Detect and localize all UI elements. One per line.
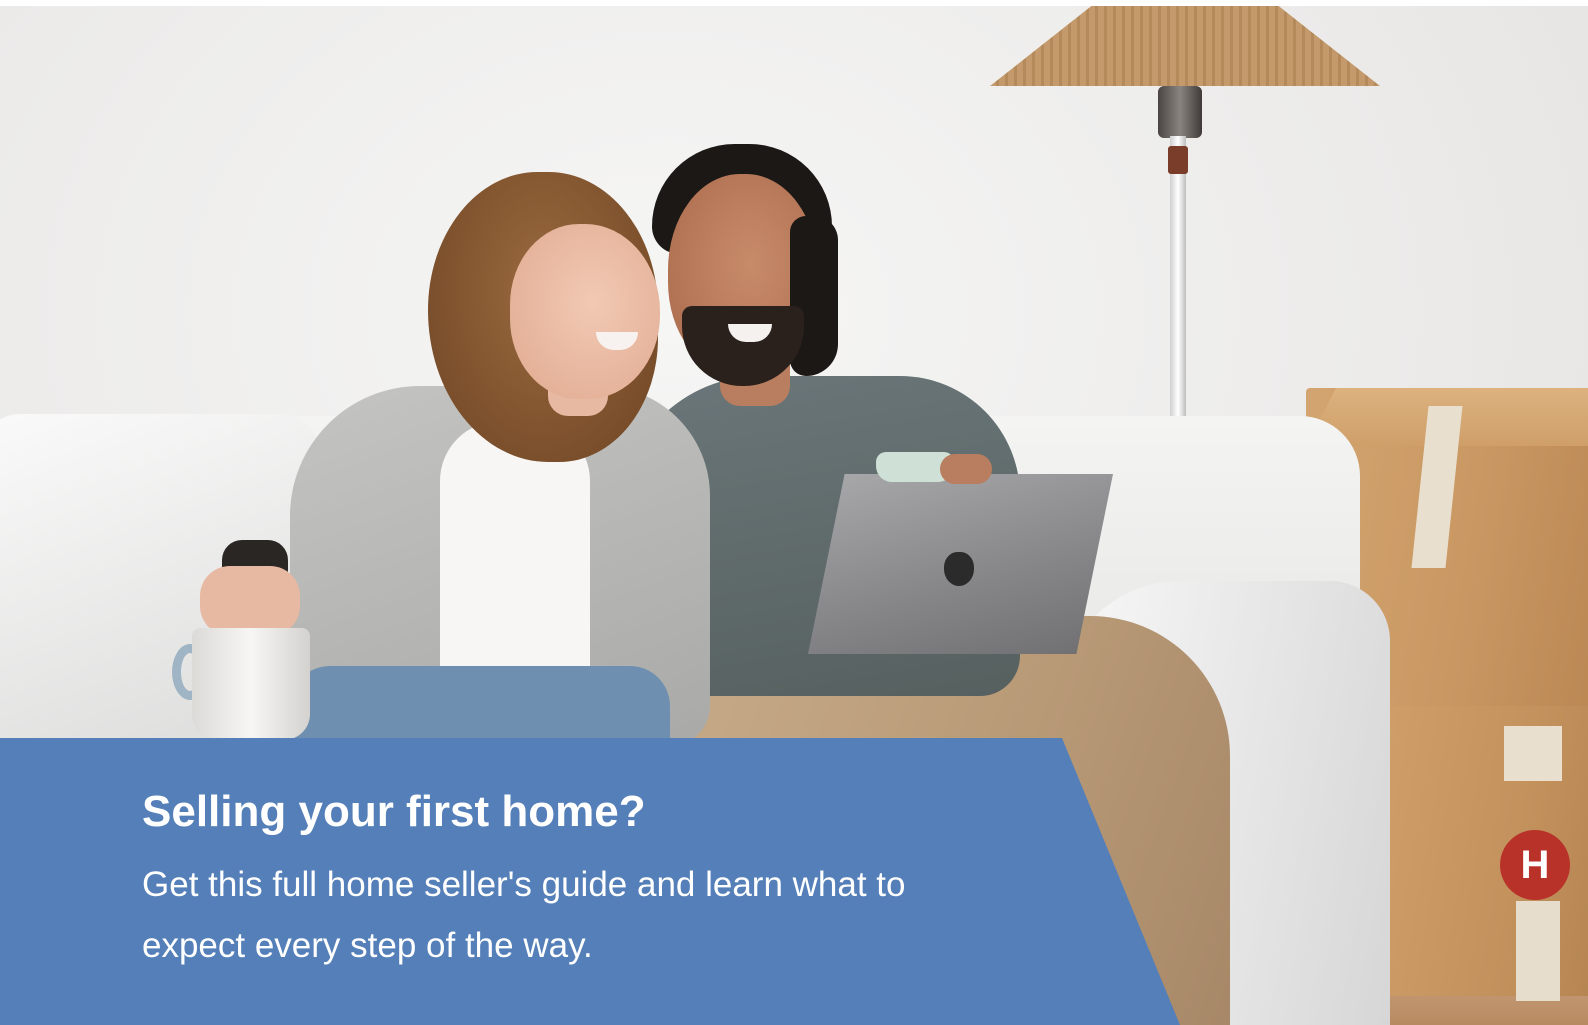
hand bbox=[200, 566, 300, 636]
box-logo: H bbox=[1500, 830, 1570, 900]
hand bbox=[940, 454, 992, 484]
lamp-pole-accent bbox=[1168, 146, 1188, 174]
packing-tape bbox=[1516, 901, 1560, 1001]
promo-description: Get this full home seller's guide and le… bbox=[142, 865, 906, 965]
mug-icon bbox=[192, 628, 310, 740]
lamp-fitting bbox=[1158, 86, 1202, 138]
packing-tape bbox=[1504, 726, 1562, 781]
laptop-logo-icon bbox=[944, 552, 974, 586]
woman-face bbox=[510, 224, 660, 399]
promo-title: Selling your first home? bbox=[142, 787, 646, 836]
promo-banner[interactable]: H Selling your first home? Get this full… bbox=[0, 6, 1588, 1025]
